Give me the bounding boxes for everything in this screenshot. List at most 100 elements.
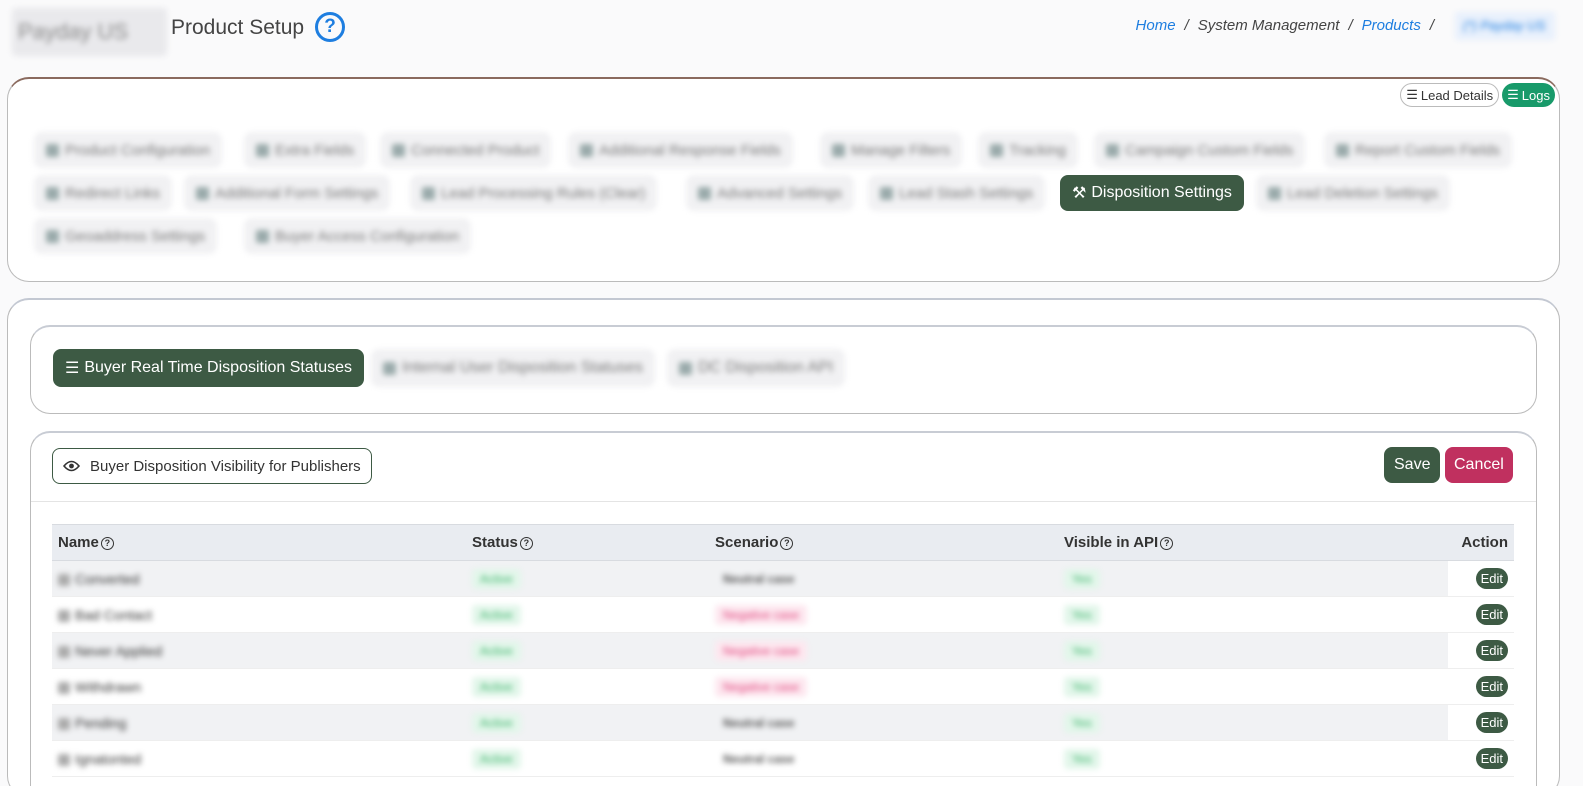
tab-lead-deletion-settings[interactable]: Lead Deletion Settings [1256,175,1450,211]
fields-icon [256,143,269,157]
question-circle-icon[interactable]: ? [1160,536,1174,550]
breadcrumb-home[interactable]: Home [1136,17,1176,34]
cell-visible-in-api: Yes [1058,740,1448,777]
disposition-settings-card: ☰ Buyer Real Time Disposition Statuses In… [7,298,1560,786]
tab-manage-filters[interactable]: Manage Filters [820,132,963,168]
plus-icon[interactable] [58,681,70,694]
edit-button[interactable]: Edit [1475,604,1508,625]
map-pin-icon [46,229,59,243]
brand-logo: Payday US [12,8,167,56]
save-button[interactable]: Save [1384,447,1441,483]
cell-visible-in-api: Yes [1058,704,1448,741]
gear-icon [46,143,59,157]
status-badge: Active [472,676,521,697]
tab-report-custom-fields[interactable]: Report Custom Fields [1324,132,1513,168]
tab-redirect-links[interactable]: Redirect Links [34,175,173,211]
status-badge: Active [472,604,521,625]
table-row: Bad Contact Active Negative case Yes Edit [52,596,1514,633]
breadcrumb-products[interactable]: Products [1362,17,1421,34]
edit-button[interactable]: Edit [1475,676,1508,697]
link-icon [392,143,405,157]
cell-scenario: Negative case [709,668,1058,705]
buyer-disposition-visibility-button[interactable]: Buyer Disposition Visibility for Publish… [52,448,372,484]
trash-icon [1268,186,1281,200]
disposition-table: Name? Status? Scenario? Visible in API? … [52,524,1514,777]
cell-status: Active [466,632,709,669]
cell-name: Never Applied [52,632,466,669]
tab-tracking[interactable]: Tracking [978,132,1078,168]
cell-status: Active [466,560,709,597]
plus-icon[interactable] [58,645,70,658]
tracking-icon [990,143,1003,157]
edit-icon [46,186,59,200]
help-icon[interactable]: ? [315,12,345,42]
tab-internal-user-disposition-statuses[interactable]: Internal User Disposition Statuses [371,349,655,387]
table-row: Never Applied Active Negative case Yes Edit [52,632,1514,669]
list-icon [1336,143,1349,157]
list-icon: ☰ [1507,87,1519,102]
scenario-badge: Neutral case [723,571,795,586]
visible-badge: Yes [1064,676,1100,697]
cell-status: Active [466,704,709,741]
tab-additional-response-fields[interactable]: Additional Response Fields [568,132,793,168]
column-header-scenario: Scenario? [709,524,1058,561]
tab-extra-fields[interactable]: Extra Fields [244,132,367,168]
tab-dc-disposition-api[interactable]: DC Disposition API [667,349,846,387]
cell-scenario: Negative case [709,596,1058,633]
product-settings-card: ☰ Lead Details ☰ Logs Product Configuratio… [7,77,1560,282]
cell-action: Edit [1448,560,1514,597]
cell-name: Converted [52,560,466,597]
eye-icon [63,460,80,472]
table-row: Pending Active Neutral case Yes Edit [52,704,1514,741]
status-badge: Active [472,640,521,661]
lead-details-button[interactable]: ☰ Lead Details [1400,83,1500,107]
tab-lead-stash-settings[interactable]: Lead Stash Settings [868,175,1046,211]
tab-buyer-real-time-disposition-statuses[interactable]: ☰ Buyer Real Time Disposition Statuses [53,349,365,387]
cell-status: Active [466,740,709,777]
tab-additional-form-settings[interactable]: Additional Form Settings [184,175,391,211]
plus-icon[interactable] [58,573,70,586]
cell-visible-in-api: Yes [1058,560,1448,597]
tab-geoaddress-settings[interactable]: Geoaddress Settings [34,218,218,254]
gavel-icon: ⚒ [1072,185,1087,202]
divider [31,501,1536,502]
plus-icon[interactable] [58,753,70,766]
column-header-action: Action [1448,524,1514,561]
cell-scenario: Neutral case [709,560,1058,597]
tab-lead-processing-rules[interactable]: Lead Processing Rules (Clear) [410,175,658,211]
visible-badge: Yes [1064,568,1100,589]
tab-connected-product[interactable]: Connected Product [380,132,552,168]
cell-visible-in-api: Yes [1058,668,1448,705]
scenario-badge: Negative case [715,676,808,697]
cell-action: Edit [1448,704,1514,741]
logs-button[interactable]: ☰ Logs [1502,83,1555,107]
table-row: Withdrawn Active Negative case Yes Edit [52,668,1514,705]
question-circle-icon[interactable]: ? [519,536,533,550]
visible-badge: Yes [1064,748,1100,769]
api-icon [679,361,692,375]
cancel-button[interactable]: Cancel [1445,447,1513,483]
plus-icon[interactable] [58,717,70,730]
visible-badge: Yes [1064,712,1100,733]
question-circle-icon[interactable]: ? [100,536,114,550]
tab-advanced-settings[interactable]: Advanced Settings [686,175,855,211]
tab-product-configuration[interactable]: Product Configuration [34,132,223,168]
cell-visible-in-api: Yes [1058,596,1448,633]
edit-button[interactable]: Edit [1475,748,1508,769]
tab-campaign-custom-fields[interactable]: Campaign Custom Fields [1094,132,1306,168]
tab-disposition-settings[interactable]: ⚒ Disposition Settings [1060,175,1244,211]
edit-button[interactable]: Edit [1475,712,1508,733]
access-icon [256,229,269,243]
edit-button[interactable]: Edit [1475,640,1508,661]
cell-status: Active [466,668,709,705]
status-badge: Active [472,568,521,589]
cell-name: Withdrawn [52,668,466,705]
cell-scenario: Negative case [709,632,1058,669]
edit-button[interactable]: Edit [1475,568,1508,589]
tab-buyer-access-configuration[interactable]: Buyer Access Configuration [244,218,472,254]
question-circle-icon[interactable]: ? [780,536,794,550]
column-header-visible-in-api: Visible in API? [1058,524,1448,561]
plus-icon[interactable] [58,609,70,622]
cell-name: Ignatonted [52,740,466,777]
scenario-badge: Negative case [715,640,808,661]
